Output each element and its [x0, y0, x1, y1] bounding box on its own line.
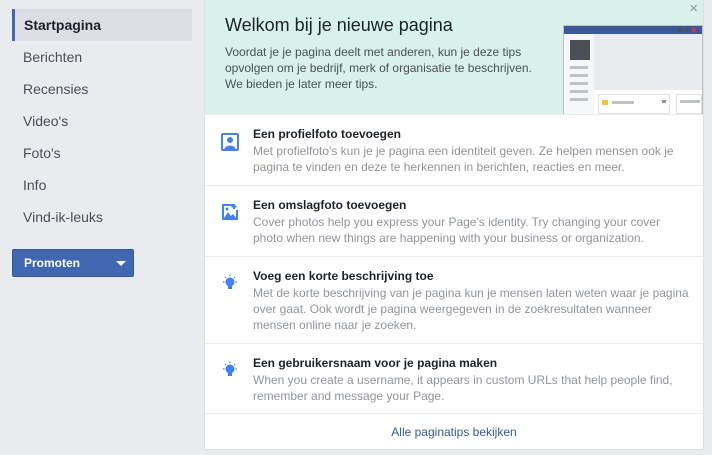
- tip-profile-photo[interactable]: Een profielfoto toevoegen Met profielfot…: [205, 114, 703, 185]
- welcome-text: Voordat je je pagina deelt met anderen, …: [225, 45, 532, 91]
- sidebar-item-videos[interactable]: Video's: [12, 105, 192, 137]
- tip-text: Cover photos help you express your Page'…: [253, 215, 660, 245]
- tip-short-description[interactable]: Voeg een korte beschrijving toe Met de k…: [205, 256, 703, 343]
- tip-cover-photo[interactable]: Een omslagfoto toevoegen Cover photos he…: [205, 185, 703, 256]
- sidebar-item-fotos[interactable]: Foto's: [12, 137, 192, 169]
- tip-title: Voeg een korte beschrijving toe: [253, 269, 434, 283]
- sidebar-item-berichten[interactable]: Berichten: [12, 41, 192, 73]
- welcome-title: Welkom bij je nieuwe pagina: [225, 15, 453, 35]
- lightbulb-icon: [223, 274, 237, 289]
- page-preview-illustration: [563, 25, 703, 114]
- promote-label: Promoten: [24, 256, 81, 270]
- page-tips-card: Welkom bij je nieuwe pagina Voordat je j…: [204, 0, 704, 450]
- left-sidebar: Startpagina Berichten Recensies Video's …: [0, 0, 200, 455]
- see-all-tips-link[interactable]: Alle paginatips bekijken: [205, 413, 703, 449]
- sidebar-item-vind-ik-leuks[interactable]: Vind-ik-leuks: [12, 201, 192, 233]
- tip-text: Met de korte beschrijving van je pagina …: [253, 286, 689, 332]
- promote-button[interactable]: Promoten: [12, 249, 134, 277]
- sidebar-item-startpagina[interactable]: Startpagina: [12, 9, 192, 41]
- profile-photo-icon: [221, 133, 239, 151]
- sidebar-item-info[interactable]: Info: [12, 169, 192, 201]
- tip-text: When you create a username, it appears i…: [253, 373, 673, 403]
- tip-username[interactable]: Een gebruikersnaam voor je pagina maken …: [205, 343, 703, 413]
- welcome-banner: Welkom bij je nieuwe pagina Voordat je j…: [205, 0, 703, 114]
- chevron-down-icon: [116, 261, 126, 266]
- cover-photo-icon: [222, 204, 238, 220]
- tip-title: Een omslagfoto toevoegen: [253, 198, 407, 212]
- close-icon[interactable]: ×: [689, 1, 698, 17]
- sidebar-item-recensies[interactable]: Recensies: [12, 73, 192, 105]
- tip-title: Een gebruikersnaam voor je pagina maken: [253, 356, 498, 370]
- lightbulb-icon: [223, 361, 237, 376]
- tip-text: Met profielfoto's kun je je pagina een i…: [253, 144, 674, 174]
- tip-title: Een profielfoto toevoegen: [253, 127, 402, 141]
